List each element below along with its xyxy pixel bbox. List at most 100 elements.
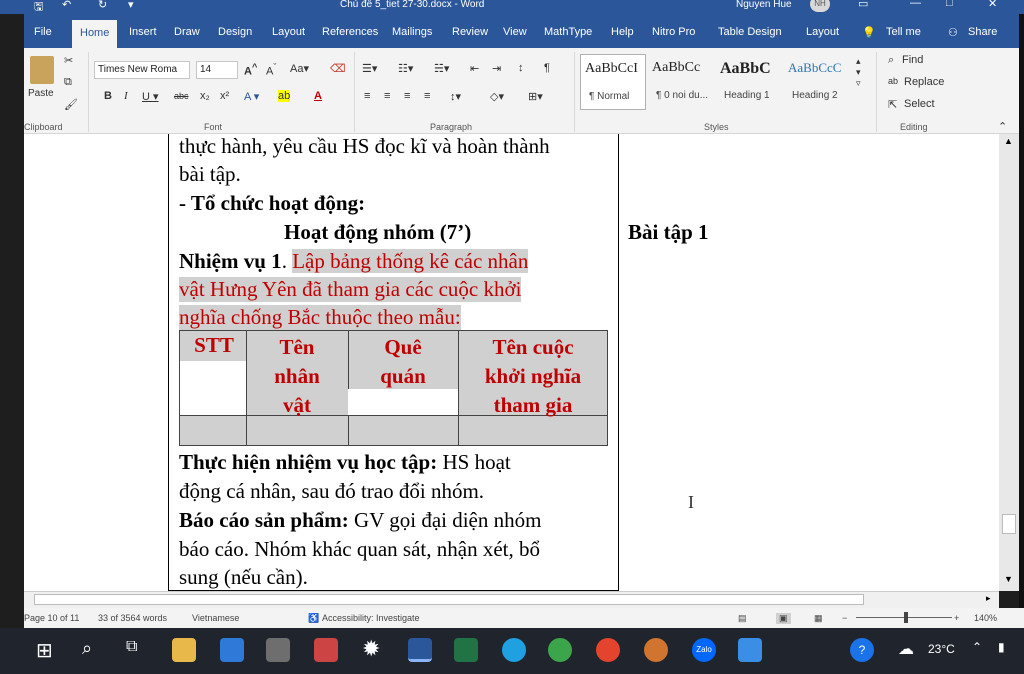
search-icon[interactable]: ⌕ — [82, 638, 92, 659]
tab-design[interactable]: Design — [218, 26, 252, 38]
tab-share[interactable]: Share — [968, 26, 997, 38]
focus-mode-icon[interactable]: ▤ — [738, 613, 747, 624]
text-effects-icon[interactable]: A ▾ — [244, 90, 259, 103]
tab-references[interactable]: References — [322, 26, 378, 38]
paste-button[interactable]: Paste — [28, 88, 54, 99]
style-normal[interactable]: AaBbCcI ¶ Normal — [580, 54, 646, 110]
scroll-thumb[interactable] — [1002, 514, 1016, 534]
replace-icon[interactable]: ab — [888, 76, 898, 86]
styles-scroll-icon[interactable]: ▴ ▾ ▿ — [856, 56, 861, 89]
mail-icon[interactable] — [220, 638, 244, 662]
tab-insert[interactable]: Insert — [129, 26, 157, 38]
decrease-indent-icon[interactable]: ⇤ — [470, 62, 479, 75]
tab-mathtype[interactable]: MathType — [544, 26, 592, 38]
font-name-combo[interactable]: Times New Roma — [94, 61, 190, 79]
superscript-icon[interactable]: x² — [220, 90, 229, 102]
accessibility-icon[interactable]: ♿ — [308, 613, 319, 624]
customize-qat-icon[interactable]: ▾ — [128, 0, 134, 11]
tab-layout[interactable]: Layout — [272, 26, 305, 38]
tab-review[interactable]: Review — [452, 26, 488, 38]
collapse-ribbon-icon[interactable]: ⌃ — [998, 120, 1007, 133]
redo-icon[interactable]: ↻ — [98, 0, 107, 11]
justify-icon[interactable]: ≡ — [424, 90, 430, 102]
tab-home[interactable]: Home — [72, 20, 118, 48]
tab-draw[interactable]: Draw — [174, 26, 200, 38]
zoom-level[interactable]: 140% — [974, 613, 997, 623]
undo-icon[interactable]: ↶ — [62, 0, 71, 11]
select-icon[interactable]: ⇱ — [888, 98, 897, 111]
user-avatar[interactable]: NH — [810, 0, 830, 12]
tab-file[interactable]: File — [34, 26, 52, 38]
shrink-font-icon[interactable]: Aˇ — [266, 62, 276, 78]
vertical-scrollbar[interactable]: ▲ ▼ — [999, 134, 1019, 591]
strikethrough-icon[interactable]: abc — [174, 91, 189, 101]
scroll-up-icon[interactable]: ▲ — [1004, 136, 1013, 146]
change-case-icon[interactable]: Aa▾ — [290, 62, 309, 75]
tab-mailings[interactable]: Mailings — [392, 26, 432, 38]
tab-help[interactable]: Help — [611, 26, 634, 38]
tab-view[interactable]: View — [503, 26, 527, 38]
numbering-icon[interactable]: ☷▾ — [398, 62, 413, 75]
bold-icon[interactable]: B — [104, 90, 112, 102]
help-icon[interactable]: ? — [850, 638, 874, 662]
share-icon[interactable]: ⚇ — [948, 26, 958, 39]
borders-icon[interactable]: ⊞▾ — [528, 90, 543, 103]
start-icon[interactable]: ⊞ — [36, 638, 53, 663]
zoom-in-icon[interactable]: + — [954, 613, 959, 623]
excel-icon[interactable] — [454, 638, 478, 662]
close-icon[interactable]: ✕ — [988, 0, 997, 10]
find-button[interactable]: Find — [902, 54, 923, 66]
edge-icon[interactable] — [502, 638, 526, 662]
maximize-icon[interactable]: □ — [946, 0, 953, 9]
weather-icon[interactable]: ☁ — [898, 639, 914, 659]
align-left-icon[interactable]: ≡ — [364, 90, 370, 102]
web-layout-icon[interactable]: ▦ — [814, 613, 823, 624]
style-heading-2[interactable]: AaBbCcC Heading 2 — [784, 54, 850, 110]
cut-icon[interactable]: ✂ — [64, 54, 73, 67]
shading-icon[interactable]: ◇▾ — [490, 90, 504, 103]
page-count[interactable]: Page 10 of 11 — [24, 613, 79, 623]
zoom-slider-thumb[interactable] — [904, 612, 908, 623]
underline-icon[interactable]: U ▾ — [142, 90, 159, 103]
user-name[interactable]: Nguyen Hue — [736, 0, 792, 10]
ribbon-display-icon[interactable]: ▭ — [858, 0, 868, 10]
tab-tell-me[interactable]: Tell me — [886, 26, 921, 38]
file-explorer-icon[interactable] — [172, 638, 196, 662]
clear-formatting-icon[interactable]: ⌫ — [330, 62, 346, 75]
grow-font-icon[interactable]: A^ — [244, 62, 257, 78]
line-spacing-icon[interactable]: ↕▾ — [450, 90, 461, 103]
language-indicator[interactable]: Vietnamese — [192, 613, 239, 623]
scroll-right-icon[interactable]: ▸ — [986, 593, 991, 604]
font-size-combo[interactable]: 14 — [196, 61, 238, 79]
print-layout-icon[interactable]: ▣ — [776, 613, 791, 624]
align-center-icon[interactable]: ≡ — [384, 90, 390, 102]
document-canvas[interactable]: thực hành, yêu cầu HS đọc kĩ và hoàn thà… — [24, 134, 999, 591]
paint-icon[interactable] — [266, 638, 290, 662]
accessibility-status[interactable]: Accessibility: Investigate — [322, 613, 420, 623]
settings-icon[interactable]: ✹ — [362, 636, 380, 662]
chrome-icon[interactable] — [596, 638, 620, 662]
app-green-icon[interactable] — [548, 638, 572, 662]
minimize-icon[interactable]: — — [910, 0, 921, 9]
horizontal-scrollbar[interactable]: ▸ — [24, 591, 999, 608]
paste-icon[interactable] — [30, 56, 54, 84]
battery-icon[interactable]: ▮ — [998, 640, 1005, 654]
sort-icon[interactable]: ↕ — [518, 62, 524, 74]
lightbulb-icon[interactable]: 💡 — [862, 26, 876, 39]
tab-table-design[interactable]: Table Design — [718, 26, 782, 38]
chrome-profile-icon[interactable] — [644, 638, 668, 662]
word-count[interactable]: 33 of 3564 words — [98, 613, 167, 623]
copy-icon[interactable]: ⧉ — [64, 76, 72, 89]
bullets-icon[interactable]: ☰▾ — [362, 62, 377, 75]
app-icon[interactable] — [314, 638, 338, 662]
font-color-icon[interactable]: A — [314, 90, 322, 102]
scroll-down-icon[interactable]: ▼ — [1004, 574, 1013, 584]
photos-icon[interactable] — [738, 638, 762, 662]
italic-icon[interactable]: I — [124, 90, 128, 102]
tray-chevron-icon[interactable]: ⌃ — [972, 640, 982, 654]
style-noi-du[interactable]: AaBbCc ¶ 0 noi du... — [648, 54, 714, 110]
highlight-icon[interactable]: ab — [278, 90, 291, 102]
task-view-icon[interactable]: ⧉ — [126, 638, 137, 656]
show-formatting-icon[interactable]: ¶ — [544, 62, 550, 74]
multilevel-list-icon[interactable]: ☵▾ — [434, 62, 449, 75]
